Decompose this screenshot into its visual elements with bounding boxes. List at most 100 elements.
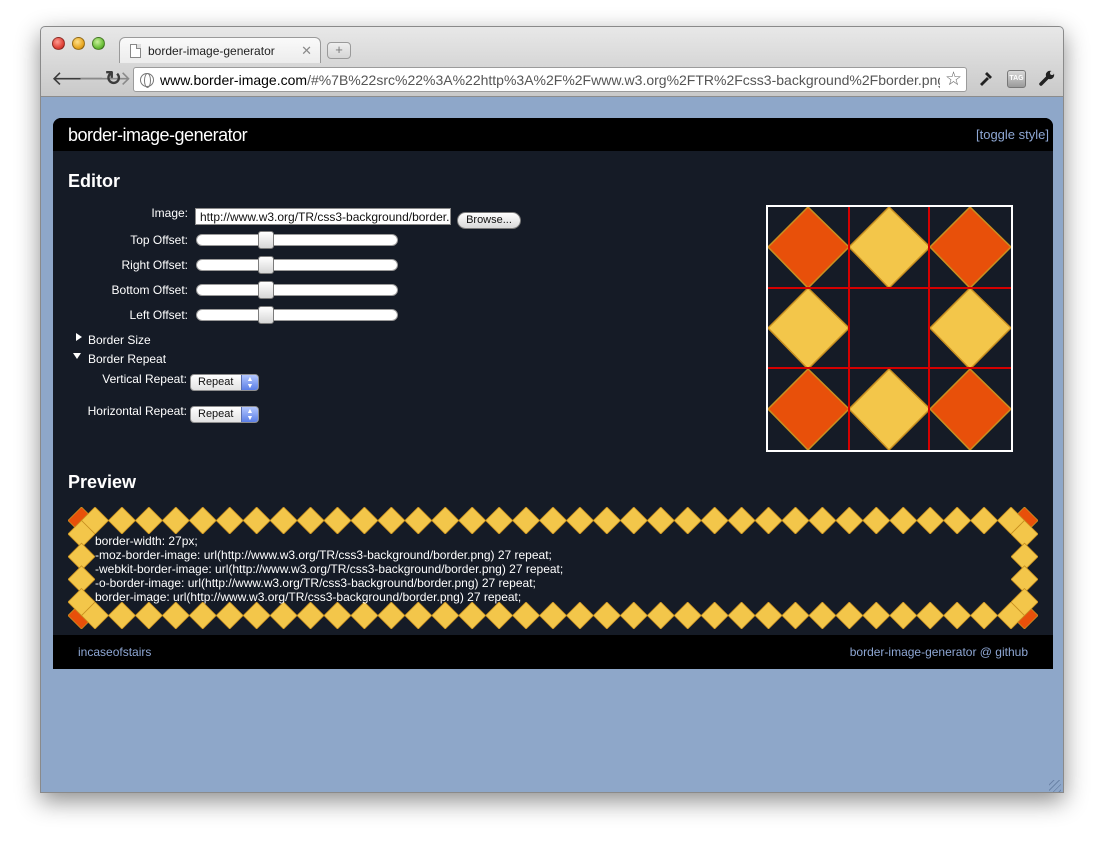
preview-edge-diamond	[242, 507, 271, 535]
preview-edge-diamond	[511, 601, 541, 629]
preview-edge-diamond	[350, 507, 379, 535]
reload-icon[interactable]: ↻	[105, 68, 122, 90]
tab-close-icon[interactable]: ✕	[301, 43, 312, 59]
preview-edge-diamond	[646, 507, 675, 535]
preview-edge-diamond	[969, 601, 999, 629]
tab-title: border-image-generator	[148, 44, 275, 58]
incaseofstairs-link[interactable]: incaseofstairs	[78, 645, 151, 659]
minimize-window-button[interactable]	[72, 37, 85, 50]
css-line-standard: border-image: url(http://www.w3.org/TR/c…	[95, 590, 522, 604]
preview-box: border-width: 27px; -moz-border-image: u…	[68, 507, 1038, 629]
preview-edge-diamond	[242, 601, 271, 629]
preview-edge-diamond	[727, 507, 756, 535]
horizontal-repeat-select[interactable]: Repeat ▲ ▼	[190, 406, 259, 423]
preview-edge-diamond	[862, 507, 891, 535]
preview-edge-diamond	[673, 601, 702, 629]
image-url-input[interactable]: http://www.w3.org/TR/css3-background/bor…	[195, 208, 451, 225]
preview-edge-diamond	[161, 507, 190, 535]
diamond-bottom-middle	[847, 367, 932, 450]
preview-edge-diamond	[269, 507, 298, 535]
app-footer: incaseofstairs border-image-generator @ …	[53, 635, 1053, 669]
preview-edge-diamond	[404, 601, 433, 629]
expand-arrow-icon	[76, 333, 82, 341]
preview-css-output: border-width: 27px; -moz-border-image: u…	[95, 534, 1005, 604]
preview-edge-diamond	[404, 507, 433, 535]
border-image-graphic	[768, 207, 1011, 450]
bookmark-star-icon[interactable]: ☆	[945, 68, 962, 91]
app-title: border-image-generator	[68, 125, 248, 145]
preview-edge-diamond	[538, 601, 568, 629]
preview-edge-diamond	[619, 601, 648, 629]
preview-edge-diamond	[943, 601, 972, 629]
preview-edge-diamond	[808, 507, 837, 535]
toggle-style-link[interactable]: [toggle style]	[976, 127, 1049, 142]
css-line-o: -o-border-image: url(http://www.w3.org/T…	[95, 576, 536, 590]
preview-edge-diamond	[592, 507, 621, 535]
vertical-repeat-value: Repeat	[198, 376, 234, 388]
preview-edge-diamond	[565, 507, 595, 535]
page-viewport: border-image-generator [toggle style] Ed…	[41, 98, 1063, 792]
slider-thumb[interactable]	[257, 306, 274, 324]
select-arrows-icon: ▲ ▼	[241, 407, 258, 422]
preview-edge-diamond	[269, 601, 298, 629]
left-offset-slider[interactable]	[196, 306, 398, 324]
wrench-icon[interactable]	[1037, 69, 1057, 89]
css-line-moz: -moz-border-image: url(http://www.w3.org…	[95, 548, 552, 562]
right-offset-label: Right Offset:	[121, 258, 188, 272]
bottom-offset-label: Bottom Offset:	[111, 283, 188, 297]
preview-edge-diamond	[808, 601, 837, 629]
horizontal-repeat-value: Repeat	[198, 408, 234, 420]
browser-tab[interactable]: border-image-generator ✕	[119, 37, 321, 63]
globe-icon	[140, 73, 154, 88]
preview-edge-diamond	[377, 601, 406, 629]
preview-edge-diamond	[431, 507, 460, 535]
horizontal-repeat-label: Horizontal Repeat:	[87, 404, 187, 418]
preview-edge-diamond	[862, 601, 891, 629]
bottom-offset-slider[interactable]	[196, 281, 398, 299]
close-window-button[interactable]	[52, 37, 65, 50]
top-offset-label: Top Offset:	[130, 233, 188, 247]
preview-edge-diamond	[458, 507, 487, 535]
preview-edge-diamond	[188, 601, 217, 629]
right-offset-slider[interactable]	[196, 256, 398, 274]
zoom-window-button[interactable]	[92, 37, 105, 50]
github-link[interactable]: border-image-generator @ github	[850, 645, 1028, 659]
preview-edge-diamond	[835, 601, 864, 629]
editor-heading: Editor	[68, 171, 120, 191]
css-line-webkit: -webkit-border-image: url(http://www.w3.…	[95, 562, 564, 576]
app-header: border-image-generator [toggle style]	[53, 118, 1053, 151]
new-tab-button[interactable]: +	[327, 42, 351, 59]
preview-edge-diamond	[646, 601, 675, 629]
browse-button[interactable]: Browse...	[457, 212, 521, 229]
vertical-repeat-label: Vertical Repeat:	[102, 372, 187, 386]
slider-thumb[interactable]	[257, 231, 274, 249]
vertical-repeat-select[interactable]: Repeat ▲ ▼	[190, 374, 259, 391]
preview-edge-diamond	[673, 507, 702, 535]
resize-grip-icon[interactable]	[1049, 780, 1061, 792]
top-offset-slider[interactable]	[196, 231, 398, 249]
url-text[interactable]: www.border-image.com/#%7B%22src%22%3A%22…	[160, 72, 940, 88]
preview-edge-diamond	[431, 601, 460, 629]
extension-pen-icon[interactable]	[976, 69, 996, 89]
tag-extension-icon[interactable]: TAG	[1007, 70, 1026, 88]
url-host: www.border-image.com	[160, 72, 308, 88]
preview-edge-diamond	[485, 601, 514, 629]
slider-thumb[interactable]	[257, 256, 274, 274]
diamond-middle-right	[928, 286, 1011, 371]
preview-edge-diamond	[377, 507, 406, 535]
preview-edge-diamond	[511, 507, 541, 535]
preview-edge-diamond	[134, 507, 163, 535]
address-bar[interactable]: www.border-image.com/#%7B%22src%22%3A%22…	[133, 67, 967, 92]
border-size-label: Border Size	[88, 333, 151, 347]
slider-thumb[interactable]	[257, 281, 274, 299]
preview-edge-diamond	[754, 507, 783, 535]
border-image-editor[interactable]	[766, 205, 1013, 452]
preview-edge-diamond	[727, 601, 756, 629]
preview-edge-diamond	[781, 601, 810, 629]
diamond-middle-left	[768, 286, 851, 371]
preview-edge-diamond	[781, 507, 810, 535]
preview-edge-diamond	[592, 601, 621, 629]
browser-toolbar: border-image-generator ✕ + 🡐 🡒 ↻ www.bor…	[41, 27, 1063, 97]
image-label: Image:	[151, 206, 188, 220]
preview-edge-diamond	[161, 601, 190, 629]
